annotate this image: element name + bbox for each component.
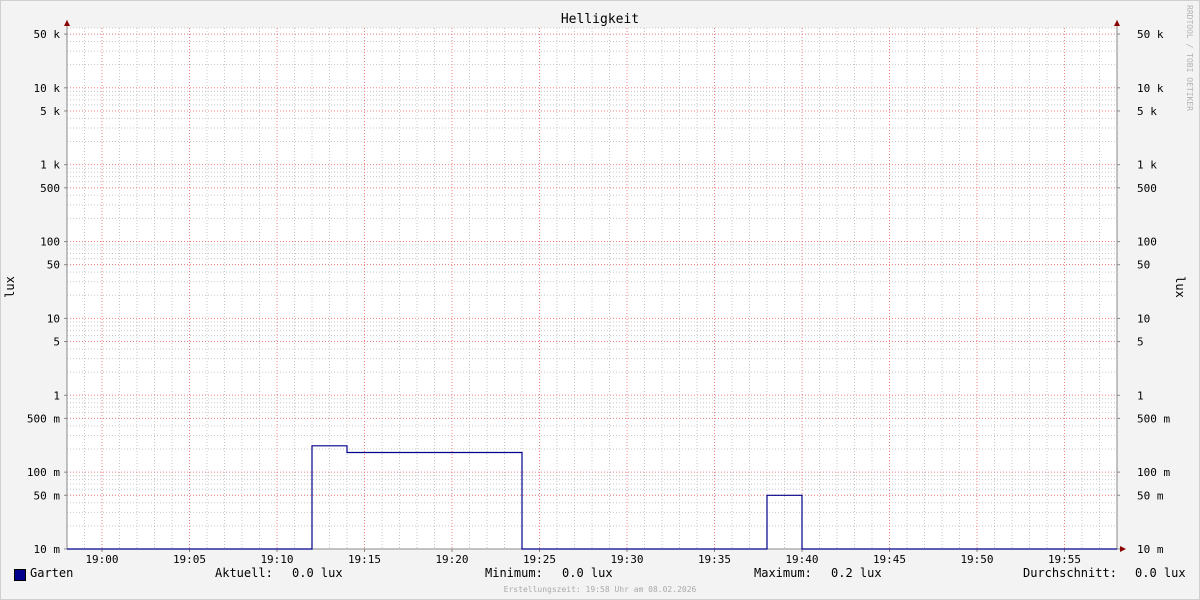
x-tick-label: 19:10 <box>260 553 293 566</box>
y-tick-label-right: 10 m <box>1137 543 1164 556</box>
brightness-chart: 50 k 10 k 5 k 1 k 500 100 50 10 5 1 500 m 100 m 50 m… <box>3 5 1194 566</box>
y-tick-label-right: 50 m <box>1137 489 1164 502</box>
x-tick-label: 19:05 <box>173 553 206 566</box>
y-axis-label-left: lux <box>3 276 17 298</box>
x-tick-label: 19:20 <box>435 553 468 566</box>
y-tick-label-right: 1 k <box>1137 159 1157 172</box>
y-tick-label-right: 100 <box>1137 236 1157 249</box>
y-tick-label-left: 5 k <box>40 105 60 118</box>
y-tick-label-left: 100 <box>40 236 60 249</box>
x-tick-label: 19:40 <box>785 553 818 566</box>
y-tick-label-left: 10 <box>47 312 60 325</box>
x-tick-label: 19:55 <box>1048 553 1081 566</box>
y-tick-label-left: 500 <box>40 182 60 195</box>
y-tick-label-right: 100 m <box>1137 466 1170 479</box>
y-tick-label-left: 1 <box>53 389 60 402</box>
legend: Garten Aktuell: 0.0 lux Minimum: 0.0 lux… <box>0 566 1200 584</box>
x-tick-label: 19:50 <box>960 553 993 566</box>
legend-current-value: 0.0 lux <box>292 566 343 580</box>
y-tick-label-right: 500 <box>1137 182 1157 195</box>
x-tick-label: 19:00 <box>85 553 118 566</box>
legend-avg-value: 0.0 lux <box>1135 566 1186 580</box>
x-axis-arrow <box>1120 546 1126 552</box>
y-tick-label-left: 5 <box>53 336 60 349</box>
y-tick-label-right: 10 <box>1137 312 1150 325</box>
legend-current-label: Aktuell: <box>215 566 273 580</box>
legend-series-name: Garten <box>30 566 74 580</box>
y-axis-label-right: lux <box>1173 276 1187 298</box>
y-tick-label-left: 500 m <box>27 412 60 425</box>
y-tick-label-right: 10 k <box>1137 82 1164 95</box>
y-tick-labels-right: 50 k 10 k 5 k 1 k 500 100 50 10 5 1 500 m 100 m 50 m… <box>1137 28 1170 556</box>
y-tick-labels-left: 50 k 10 k 5 k 1 k 500 100 50 10 5 1 500 m 100 m 50 m… <box>27 28 60 556</box>
y-tick-label-left: 1 k <box>40 159 60 172</box>
legend-swatch <box>14 569 26 581</box>
y-tick-label-right: 500 m <box>1137 412 1170 425</box>
chart-title: Helligkeit <box>561 12 639 27</box>
y-axis-arrow-right <box>1114 20 1120 26</box>
x-tick-label: 19:30 <box>610 553 643 566</box>
x-tick-label: 19:15 <box>348 553 381 566</box>
y-tick-label-left: 50 <box>47 259 60 272</box>
y-axis-arrow-left <box>64 20 70 26</box>
x-tick-label: 19:45 <box>873 553 906 566</box>
x-tick-label: 19:25 <box>523 553 556 566</box>
y-tick-label-right: 50 <box>1137 259 1150 272</box>
y-tick-label-left: 10 k <box>34 82 61 95</box>
y-tick-label-left: 100 m <box>27 466 60 479</box>
legend-max-label: Maximum: <box>754 566 812 580</box>
y-tick-label-left: 10 m <box>34 543 61 556</box>
x-tick-labels: 19:00 19:05 19:10 19:15 19:20 19:25 19:30 19:35… <box>85 553 1081 566</box>
y-tick-label-right: 5 k <box>1137 105 1157 118</box>
y-tick-label-right: 1 <box>1137 389 1144 402</box>
x-tick-label: 19:35 <box>698 553 731 566</box>
legend-max-value: 0.2 lux <box>831 566 882 580</box>
y-tick-label-left: 50 k <box>34 28 61 41</box>
legend-min-label: Minimum: <box>485 566 543 580</box>
watermark: RRDTOOL / TOBI OETIKER <box>1185 5 1194 111</box>
y-tick-label-right: 50 k <box>1137 28 1164 41</box>
legend-avg-label: Durchschnitt: <box>1023 566 1117 580</box>
legend-min-value: 0.0 lux <box>562 566 613 580</box>
y-tick-label-right: 5 <box>1137 336 1144 349</box>
y-tick-label-left: 50 m <box>34 489 61 502</box>
creation-timestamp: Erstellungszeit: 19:58 Uhr am 08.02.2026 <box>503 585 697 594</box>
